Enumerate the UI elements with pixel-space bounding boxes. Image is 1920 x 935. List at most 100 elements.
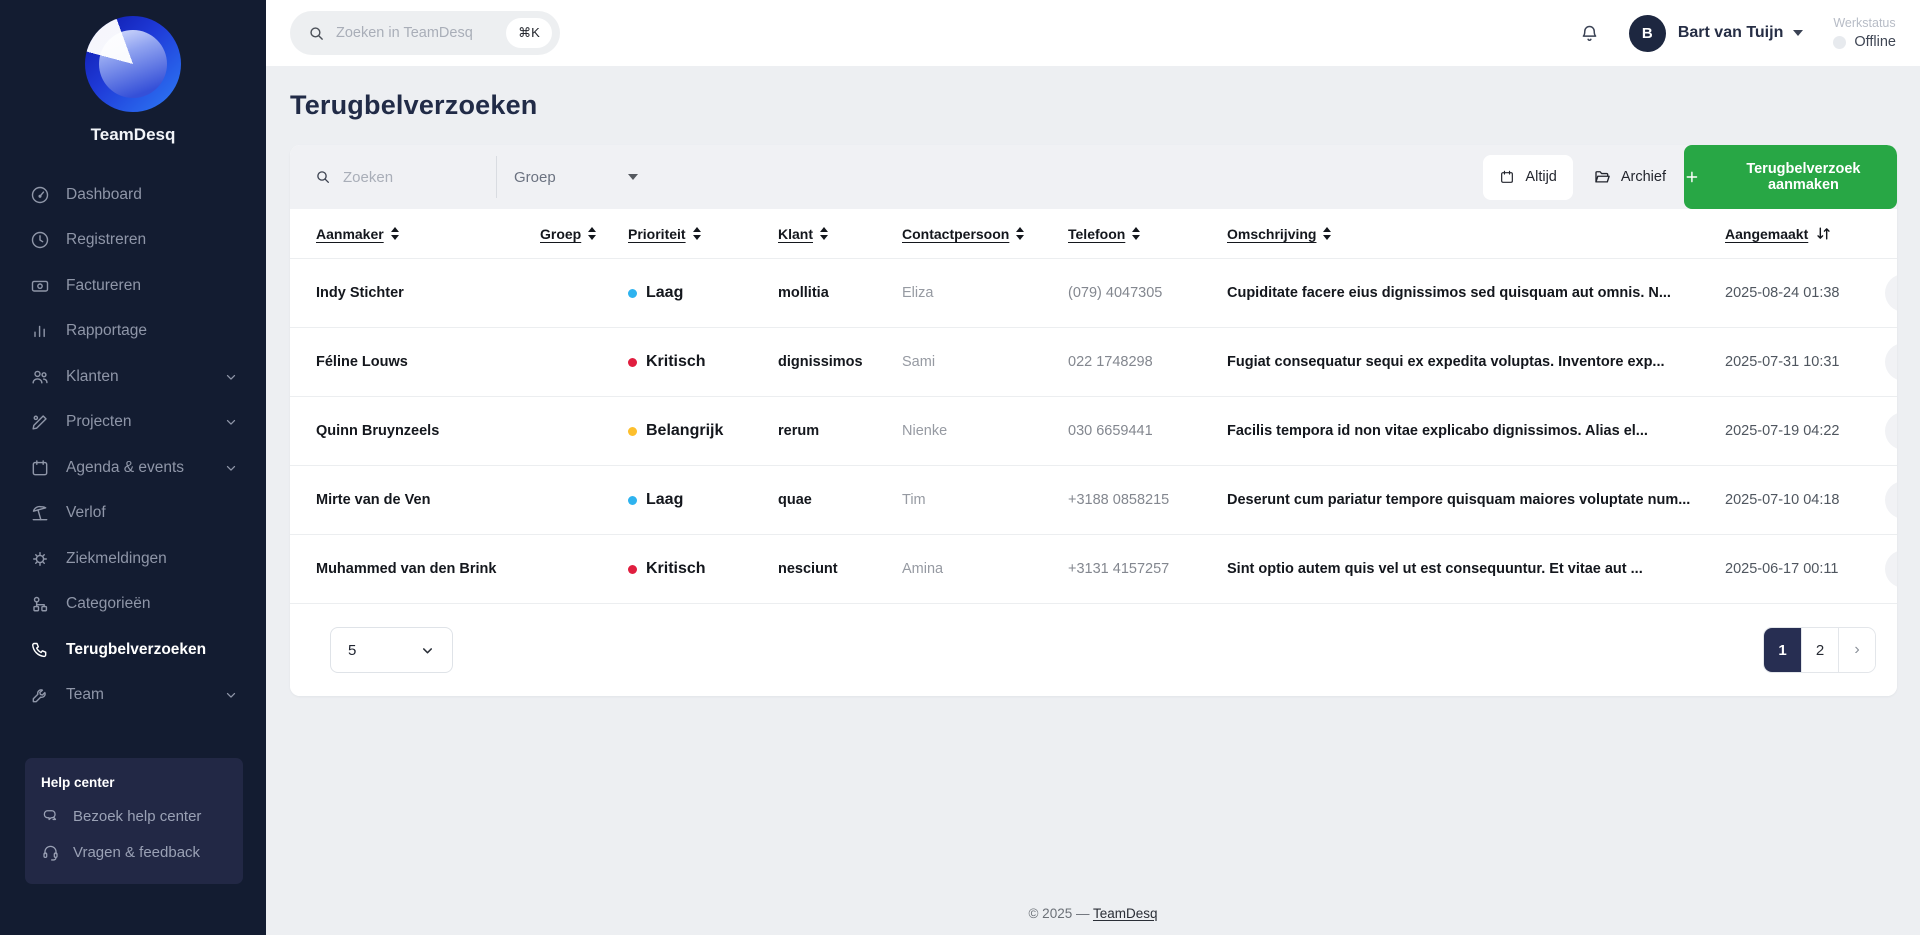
cell-aangemaakt: 2025-07-31 10:31 xyxy=(1725,354,1840,370)
page-button-1[interactable]: 1 xyxy=(1764,628,1801,672)
group-select[interactable]: Groep xyxy=(497,169,638,186)
table-search-input[interactable] xyxy=(343,168,493,186)
sidebar-item-label: Agenda & events xyxy=(66,458,185,476)
cell-klant: nesciunt xyxy=(778,561,838,577)
global-search[interactable]: ⌘K xyxy=(290,11,560,55)
cell-aanmaker: Indy Stichter xyxy=(316,285,404,301)
wrench-icon xyxy=(30,685,50,705)
sitemap-icon xyxy=(30,594,50,614)
page-size-value: 5 xyxy=(348,641,357,659)
sidebar-item-label: Verlof xyxy=(66,504,106,522)
sort-icon xyxy=(588,227,597,240)
table-row[interactable]: Indy Stichter Laag mollitia Eliza (079) … xyxy=(290,259,1897,328)
folder-open-icon xyxy=(1595,171,1610,183)
teamdesq-logo-icon xyxy=(85,16,181,112)
help-link-visit[interactable]: Bezoek help center xyxy=(41,807,227,826)
priority-dot-icon xyxy=(628,564,637,574)
table-search[interactable] xyxy=(290,168,496,186)
bar-chart-icon xyxy=(30,321,50,341)
column-header-omschrijving[interactable]: Omschrijving xyxy=(1227,226,1725,242)
column-header-aangemaakt[interactable]: Aangemaakt xyxy=(1725,225,1897,242)
cell-klant: quae xyxy=(778,492,812,508)
table-row[interactable]: Quinn Bruynzeels Belangrijk rerum Nienke… xyxy=(290,397,1897,466)
priority-dot-icon xyxy=(628,426,637,436)
table-row[interactable]: Féline Louws Kritisch dignissimos Sami 0… xyxy=(290,328,1897,397)
sidebar-item-registreren[interactable]: Registreren xyxy=(0,218,266,264)
page-button-2[interactable]: 2 xyxy=(1801,628,1838,672)
global-search-input[interactable] xyxy=(336,25,486,41)
sidebar-item-terugbelverzoeken[interactable]: Terugbelverzoeken xyxy=(0,627,266,673)
archive-button[interactable]: Archief xyxy=(1583,155,1676,200)
topbar-right: B Bart van Tuijn Werkstatus Offline xyxy=(1579,14,1896,52)
user-menu[interactable]: B Bart van Tuijn xyxy=(1628,14,1804,52)
sidebar: TeamDesq Dashboard Registreren Facturere… xyxy=(0,0,266,935)
sidebar-item-factureren[interactable]: Factureren xyxy=(0,263,266,309)
cell-telefoon: 030 6659441 xyxy=(1068,423,1153,439)
cell-omschrijving: Cupiditate facere eius dignissimos sed q… xyxy=(1227,285,1671,301)
calendar-icon xyxy=(1501,170,1514,183)
sidebar-item-label: Team xyxy=(66,686,104,704)
sidebar-item-label: Dashboard xyxy=(66,185,142,203)
cell-prioriteit: Belangrijk xyxy=(628,422,778,440)
column-header-telefoon[interactable]: Telefoon xyxy=(1068,226,1227,242)
cell-klant: mollitia xyxy=(778,285,829,301)
page-size-select[interactable]: 5 xyxy=(330,627,453,673)
sidebar-item-klanten[interactable]: Klanten xyxy=(0,354,266,400)
help-center-title: Help center xyxy=(41,775,115,790)
sidebar-item-agenda-events[interactable]: Agenda & events xyxy=(0,445,266,491)
priority-dot-icon xyxy=(628,495,637,505)
workstatus: Werkstatus Offline xyxy=(1833,16,1896,50)
sidebar-item-projecten[interactable]: Projecten xyxy=(0,400,266,446)
sidebar-item-label: Projecten xyxy=(66,413,132,431)
sidebar-item-dashboard[interactable]: Dashboard xyxy=(0,172,266,218)
column-header-klant[interactable]: Klant xyxy=(778,226,902,242)
table-row[interactable]: Muhammed van den Brink Kritisch nesciunt… xyxy=(290,535,1897,604)
sidebar-item-label: Terugbelverzoeken xyxy=(66,640,207,658)
sidebar-item-label: Categorieën xyxy=(66,595,151,613)
cell-telefoon: +3131 4157257 xyxy=(1068,561,1170,577)
next-page-button[interactable]: › xyxy=(1838,628,1875,672)
column-header-aanmaker[interactable]: Aanmaker xyxy=(316,226,540,242)
content: Terugbelverzoeken Groep xyxy=(266,66,1920,935)
sidebar-item-categorieen[interactable]: Categorieën xyxy=(0,582,266,628)
column-header-contactpersoon[interactable]: Contactpersoon xyxy=(902,226,1068,242)
cell-prioriteit: Kritisch xyxy=(628,353,778,371)
cell-aangemaakt: 2025-08-24 01:38 xyxy=(1725,285,1840,301)
shortcut-badge: ⌘K xyxy=(506,18,552,48)
sidebar-nav: Dashboard Registreren Factureren Rapport… xyxy=(0,172,266,718)
footer-brand-link[interactable]: TeamDesq xyxy=(1093,906,1158,921)
brand: TeamDesq xyxy=(0,0,266,145)
table-row[interactable]: Mirte van de Ven Laag quae Tim +3188 085… xyxy=(290,466,1897,535)
cell-prioriteit: Laag xyxy=(628,491,778,509)
topbar: ⌘K B Bart van Tuijn Werkstatus Offline xyxy=(266,0,1920,66)
bell-icon[interactable] xyxy=(1579,23,1600,44)
help-link-feedback[interactable]: Vragen & feedback xyxy=(41,843,227,862)
column-header-prioriteit[interactable]: Prioriteit xyxy=(628,226,778,242)
callback-requests-card: Groep Altijd Archief Terugbelverzoe xyxy=(290,145,1897,696)
brand-name: TeamDesq xyxy=(90,125,176,144)
cell-omschrijving: Sint optio autem quis vel ut est consequ… xyxy=(1227,561,1643,577)
column-header-groep[interactable]: Groep xyxy=(540,226,628,242)
app-window: TeamDesq Dashboard Registreren Facturere… xyxy=(0,0,1920,935)
create-callback-button[interactable]: Terugbelverzoek aanmaken xyxy=(1684,145,1897,209)
banknote-icon xyxy=(30,276,50,296)
cell-contactpersoon: Sami xyxy=(902,354,936,370)
sidebar-item-ziekmeldingen[interactable]: Ziekmeldingen xyxy=(0,536,266,582)
headset-icon xyxy=(43,845,58,861)
cell-prioriteit: Kritisch xyxy=(628,560,778,578)
cell-omschrijving: Fugiat consequatur sequi ex expedita vol… xyxy=(1227,354,1665,370)
sidebar-item-label: Rapportage xyxy=(66,322,148,340)
cell-klant: dignissimos xyxy=(778,354,863,370)
sort-desc-icon xyxy=(1815,225,1832,242)
sidebar-item-label: Registreren xyxy=(66,231,147,249)
copyright-text: © 2025 — xyxy=(1028,906,1093,921)
cell-contactpersoon: Tim xyxy=(902,492,926,508)
caret-down-icon xyxy=(627,174,638,180)
sidebar-item-rapportage[interactable]: Rapportage xyxy=(0,309,266,355)
sidebar-item-verlof[interactable]: Verlof xyxy=(0,491,266,537)
sidebar-item-label: Ziekmeldingen xyxy=(66,549,167,567)
sidebar-item-team[interactable]: Team xyxy=(0,673,266,719)
date-range-button[interactable]: Altijd xyxy=(1483,154,1573,200)
workstatus-toggle[interactable]: Offline xyxy=(1833,34,1896,50)
search-icon xyxy=(310,26,323,40)
